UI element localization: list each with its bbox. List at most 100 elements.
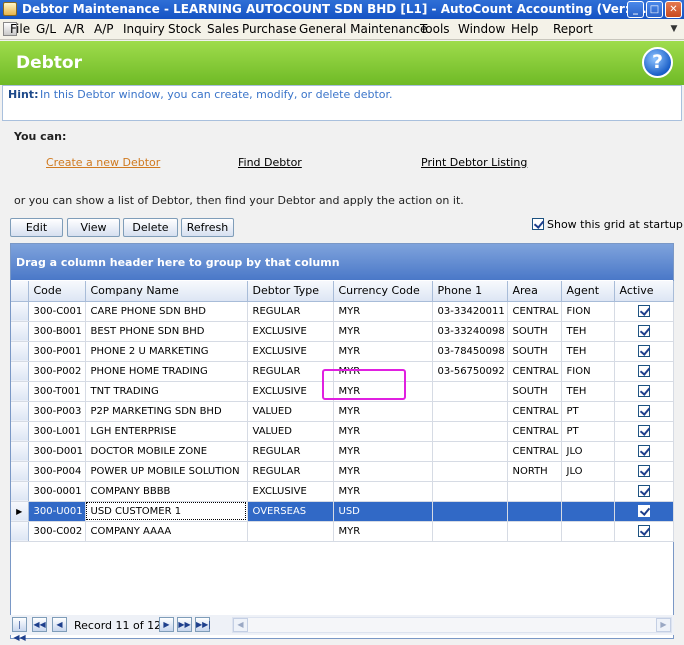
cell-area[interactable]: SOUTH — [507, 341, 562, 362]
cell-company-name[interactable]: PHONE 2 U MARKETING — [85, 341, 248, 362]
row-indicator[interactable] — [11, 381, 29, 402]
cell-agent[interactable]: JLO — [561, 461, 615, 482]
active-checkbox[interactable] — [637, 324, 650, 337]
cell-active[interactable] — [614, 321, 674, 342]
row-indicator[interactable] — [11, 341, 29, 362]
cell-code[interactable]: 300-U001 — [28, 501, 86, 522]
group-by-panel[interactable]: Drag a column header here to group by th… — [11, 244, 673, 280]
row-indicator[interactable] — [11, 301, 29, 322]
active-checkbox[interactable] — [637, 344, 650, 357]
next-record-button[interactable]: ▶ — [159, 617, 174, 632]
cell-debtor-type[interactable]: EXCLUSIVE — [247, 321, 334, 342]
cell-phone-1[interactable]: 03-56750092 — [432, 361, 508, 382]
cell-code[interactable]: 300-D001 — [28, 441, 86, 462]
cell-debtor-type[interactable]: VALUED — [247, 421, 334, 442]
cell-debtor-type[interactable]: OVERSEAS — [247, 501, 334, 522]
cell-phone-1[interactable] — [432, 381, 508, 402]
cell-currency-code[interactable]: MYR — [333, 321, 433, 342]
active-checkbox[interactable] — [637, 424, 650, 437]
menu-general-maintenance[interactable]: General Maintenance — [299, 22, 427, 36]
table-row[interactable]: ▶ 300-U001 USD CUSTOMER 1 OVERSEAS USD — [11, 501, 674, 522]
cell-active[interactable] — [614, 521, 674, 542]
column-header-agent[interactable]: Agent — [561, 281, 615, 302]
cell-company-name[interactable]: PHONE HOME TRADING — [85, 361, 248, 382]
menu-ar[interactable]: A/R — [64, 22, 85, 36]
debtor-grid[interactable]: Drag a column header here to group by th… — [10, 243, 674, 639]
cell-agent[interactable]: JLO — [561, 441, 615, 462]
cell-phone-1[interactable] — [432, 521, 508, 542]
cell-area[interactable] — [507, 501, 562, 522]
cell-phone-1[interactable] — [432, 421, 508, 442]
cell-currency-code[interactable]: MYR — [333, 521, 433, 542]
cell-area[interactable]: CENTRAL — [507, 441, 562, 462]
cell-company-name[interactable]: USD CUSTOMER 1 — [85, 501, 248, 522]
cell-phone-1[interactable] — [432, 461, 508, 482]
horizontal-scrollbar[interactable]: ◀ ▶ — [232, 617, 672, 633]
cell-agent[interactable]: TEH — [561, 381, 615, 402]
row-indicator[interactable] — [11, 461, 29, 482]
cell-agent[interactable]: PT — [561, 421, 615, 442]
menu-window[interactable]: Window — [458, 22, 505, 36]
close-button[interactable]: ✕ — [665, 1, 682, 18]
cell-area[interactable]: SOUTH — [507, 321, 562, 342]
first-record-button[interactable]: |◀◀ — [12, 617, 27, 642]
cell-active[interactable] — [614, 401, 674, 422]
cell-code[interactable]: 300-L001 — [28, 421, 86, 442]
row-indicator[interactable] — [11, 421, 29, 442]
cell-debtor-type[interactable]: EXCLUSIVE — [247, 481, 334, 502]
active-checkbox[interactable] — [637, 444, 650, 457]
cell-company-name[interactable]: DOCTOR MOBILE ZONE — [85, 441, 248, 462]
table-row[interactable]: 300-P001 PHONE 2 U MARKETING EXCLUSIVE MYR 0… — [11, 341, 674, 362]
cell-phone-1[interactable]: 03-33240098 — [432, 321, 508, 342]
row-indicator[interactable] — [11, 521, 29, 542]
table-row[interactable]: 300-P004 POWER UP MOBILE SOLUTION REGULAR M… — [11, 461, 674, 482]
cell-area[interactable]: NORTH — [507, 461, 562, 482]
cell-company-name[interactable]: TNT TRADING — [85, 381, 248, 402]
cell-active[interactable] — [614, 301, 674, 322]
column-header-code[interactable]: Code — [28, 281, 86, 302]
cell-company-name[interactable]: LGH ENTERPRISE — [85, 421, 248, 442]
cell-agent[interactable] — [561, 501, 615, 522]
cell-currency-code[interactable]: MYR — [333, 461, 433, 482]
column-header-currency-code[interactable]: Currency Code — [333, 281, 433, 302]
cell-company-name[interactable]: COMPANY AAAA — [85, 521, 248, 542]
next-page-button[interactable]: ▶▶ — [177, 617, 192, 632]
column-header-debtor-type[interactable]: Debtor Type — [247, 281, 334, 302]
column-header-active[interactable]: Active — [614, 281, 674, 302]
active-checkbox[interactable] — [637, 484, 650, 497]
table-row[interactable]: 300-0001 COMPANY BBBB EXCLUSIVE MYR — [11, 481, 674, 502]
menu-tools[interactable]: Tools — [420, 22, 450, 36]
cell-area[interactable]: SOUTH — [507, 381, 562, 402]
cell-phone-1[interactable] — [432, 441, 508, 462]
maximize-button[interactable]: □ — [646, 1, 663, 18]
column-header-area[interactable]: Area — [507, 281, 562, 302]
cell-debtor-type[interactable]: REGULAR — [247, 361, 334, 382]
active-checkbox[interactable] — [637, 464, 650, 477]
cell-agent[interactable]: PT — [561, 401, 615, 422]
cell-debtor-type[interactable]: EXCLUSIVE — [247, 341, 334, 362]
cell-area[interactable]: CENTRAL — [507, 301, 562, 322]
menu-report[interactable]: Report — [553, 22, 593, 36]
cell-agent[interactable] — [561, 521, 615, 542]
cell-agent[interactable] — [561, 481, 615, 502]
delete-button[interactable]: Delete — [123, 218, 178, 237]
row-indicator[interactable]: ▶ — [11, 501, 29, 522]
cell-debtor-type[interactable]: REGULAR — [247, 301, 334, 322]
cell-currency-code[interactable]: MYR — [333, 401, 433, 422]
cell-active[interactable] — [614, 441, 674, 462]
cell-currency-code[interactable]: MYR — [333, 301, 433, 322]
cell-company-name[interactable]: CARE PHONE SDN BHD — [85, 301, 248, 322]
edit-button[interactable]: Edit — [10, 218, 63, 237]
refresh-button[interactable]: Refresh — [181, 218, 234, 237]
cell-area[interactable]: CENTRAL — [507, 361, 562, 382]
cell-currency-code[interactable]: MYR — [333, 481, 433, 502]
active-checkbox[interactable] — [637, 384, 650, 397]
menu-gl[interactable]: G/L — [36, 22, 56, 36]
cell-currency-code[interactable]: USD — [333, 501, 433, 522]
scroll-left-icon[interactable]: ◀ — [233, 618, 248, 632]
cell-active[interactable] — [614, 381, 674, 402]
row-indicator[interactable] — [11, 481, 29, 502]
cell-area[interactable]: CENTRAL — [507, 401, 562, 422]
table-row[interactable]: 300-C002 COMPANY AAAA MYR — [11, 521, 674, 542]
cell-area[interactable] — [507, 481, 562, 502]
